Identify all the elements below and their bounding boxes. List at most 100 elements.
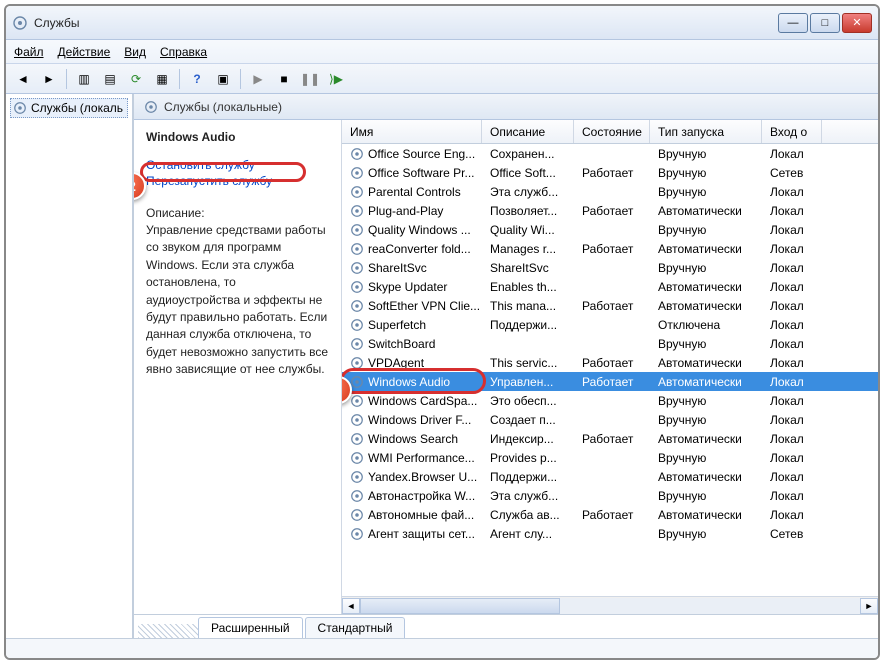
callout-2-badge: 2 (134, 172, 146, 200)
service-row[interactable]: Windows CardSpa...Это обесп...ВручнуюЛок… (342, 391, 878, 410)
service-desc-cell: Управлен... (482, 375, 574, 389)
service-start-cell: Автоматически (650, 470, 762, 484)
service-desc-cell: Индексир... (482, 432, 574, 446)
stop-service-button[interactable]: ■ (273, 68, 295, 90)
service-icon (350, 242, 364, 256)
toolbar: ◄ ► ▥ ▤ ⟳ ▦ ? ▣ ▶ ■ ❚❚ ⟩▶ (6, 64, 878, 94)
restart-service-link[interactable]: Перезапустить службу (146, 174, 329, 188)
service-name-cell: Автонастройка W... (368, 489, 475, 503)
service-name-cell: Windows Driver F... (368, 413, 471, 427)
restart-service-button[interactable]: ⟩▶ (325, 68, 347, 90)
service-row[interactable]: Автономные фай...Служба ав...РаботаетАвт… (342, 505, 878, 524)
forward-button[interactable]: ► (38, 68, 60, 90)
service-row[interactable]: VPDAgentThis servic...РаботаетАвтоматиче… (342, 353, 878, 372)
column-state[interactable]: Состояние (574, 120, 650, 143)
service-name-cell: reaConverter fold... (368, 242, 471, 256)
scroll-left-button[interactable]: ◄ (342, 598, 360, 614)
close-button[interactable]: ✕ (842, 13, 872, 33)
service-icon (350, 204, 364, 218)
service-row[interactable]: Quality Windows ...Quality Wi...ВручнуюЛ… (342, 220, 878, 239)
service-row[interactable]: reaConverter fold...Manages r...Работает… (342, 239, 878, 258)
service-state-cell: Работает (574, 166, 650, 180)
service-start-cell: Вручную (650, 223, 762, 237)
menu-file[interactable]: Файл (14, 45, 44, 59)
export-button[interactable]: ▦ (151, 68, 173, 90)
service-row[interactable]: Parental ControlsЭта служб...ВручнуюЛока… (342, 182, 878, 201)
tab-standard[interactable]: Стандартный (305, 617, 406, 638)
service-icon (350, 337, 364, 351)
service-row[interactable]: Windows AudioУправлен...РаботаетАвтомати… (342, 372, 878, 391)
service-name-cell: Office Source Eng... (368, 147, 475, 161)
horizontal-scrollbar[interactable]: ◄ ► (342, 596, 878, 614)
service-start-cell: Вручную (650, 166, 762, 180)
pause-service-button[interactable]: ❚❚ (299, 68, 321, 90)
service-desc-cell: Эта служб... (482, 489, 574, 503)
tab-extended[interactable]: Расширенный (198, 617, 303, 638)
service-row[interactable]: SuperfetchПоддержи...ОтключенаЛокал (342, 315, 878, 334)
service-name-cell: Office Software Pr... (368, 166, 475, 180)
service-logon-cell: Локал (762, 470, 822, 484)
list-body[interactable]: Office Source Eng...Сохранен...ВручнуюЛо… (342, 144, 878, 596)
service-row[interactable]: Агент защиты сет...Агент слу...ВручнуюСе… (342, 524, 878, 543)
service-row[interactable]: ShareItSvcShareItSvcВручнуюЛокал (342, 258, 878, 277)
stop-service-link[interactable]: Остановить службу (146, 158, 329, 172)
refresh-button[interactable]: ⟳ (125, 68, 147, 90)
service-row[interactable]: Windows Driver F...Создает п...ВручнуюЛо… (342, 410, 878, 429)
service-row[interactable]: Автонастройка W...Эта служб...ВручнуюЛок… (342, 486, 878, 505)
start-service-button[interactable]: ▶ (247, 68, 269, 90)
service-icon (350, 394, 364, 408)
service-state-cell: Работает (574, 508, 650, 522)
show-hide-tree-button[interactable]: ▥ (73, 68, 95, 90)
service-start-cell: Вручную (650, 489, 762, 503)
service-name-cell: Windows Audio (368, 375, 450, 389)
console-button[interactable]: ▣ (212, 68, 234, 90)
service-row[interactable]: WMI Performance...Provides p...ВручнуюЛо… (342, 448, 878, 467)
service-logon-cell: Локал (762, 242, 822, 256)
service-row[interactable]: Office Source Eng...Сохранен...ВручнуюЛо… (342, 144, 878, 163)
properties-button[interactable]: ▤ (99, 68, 121, 90)
service-desc-cell: Агент слу... (482, 527, 574, 541)
service-row[interactable]: SoftEther VPN Clie...This mana...Работае… (342, 296, 878, 315)
maximize-button[interactable]: □ (810, 13, 840, 33)
column-name[interactable]: Имя (342, 120, 482, 143)
service-start-cell: Вручную (650, 147, 762, 161)
service-row[interactable]: SwitchBoardВручнуюЛокал (342, 334, 878, 353)
service-state-cell: Работает (574, 432, 650, 446)
service-icon (350, 280, 364, 294)
service-row[interactable]: Yandex.Browser U...Поддержи...Автоматиче… (342, 467, 878, 486)
menu-help[interactable]: Справка (160, 45, 207, 59)
service-row[interactable]: Skype UpdaterEnables th...АвтоматическиЛ… (342, 277, 878, 296)
service-start-cell: Вручную (650, 394, 762, 408)
back-button[interactable]: ◄ (12, 68, 34, 90)
service-logon-cell: Локал (762, 299, 822, 313)
service-logon-cell: Локал (762, 261, 822, 275)
help-button[interactable]: ? (186, 68, 208, 90)
menu-view[interactable]: Вид (124, 45, 146, 59)
service-desc-cell: Позволяет... (482, 204, 574, 218)
service-logon-cell: Локал (762, 185, 822, 199)
service-desc-cell: Enables th... (482, 280, 574, 294)
service-row[interactable]: Office Software Pr...Office Soft...Работ… (342, 163, 878, 182)
service-name-cell: Quality Windows ... (368, 223, 471, 237)
service-name-cell: Skype Updater (368, 280, 447, 294)
pane-header-label: Службы (локальные) (164, 100, 282, 114)
service-start-cell: Вручную (650, 337, 762, 351)
service-icon (350, 375, 364, 389)
minimize-button[interactable]: — (778, 13, 808, 33)
console-tree[interactable]: Службы (локаль (6, 94, 134, 638)
scroll-right-button[interactable]: ► (860, 598, 878, 614)
menu-action[interactable]: Действие (58, 45, 111, 59)
column-logon[interactable]: Вход о (762, 120, 822, 143)
service-logon-cell: Сетев (762, 527, 822, 541)
column-description[interactable]: Описание (482, 120, 574, 143)
service-logon-cell: Локал (762, 280, 822, 294)
scroll-thumb[interactable] (360, 598, 560, 614)
service-name-cell: SoftEther VPN Clie... (368, 299, 480, 313)
service-row[interactable]: Plug-and-PlayПозволяет...РаботаетАвтомат… (342, 201, 878, 220)
tree-node-services[interactable]: Службы (локаль (10, 98, 128, 118)
service-start-cell: Автоматически (650, 508, 762, 522)
window-title: Службы (34, 16, 778, 30)
service-row[interactable]: Windows SearchИндексир...РаботаетАвтомат… (342, 429, 878, 448)
service-state-cell: Работает (574, 242, 650, 256)
column-startup-type[interactable]: Тип запуска (650, 120, 762, 143)
